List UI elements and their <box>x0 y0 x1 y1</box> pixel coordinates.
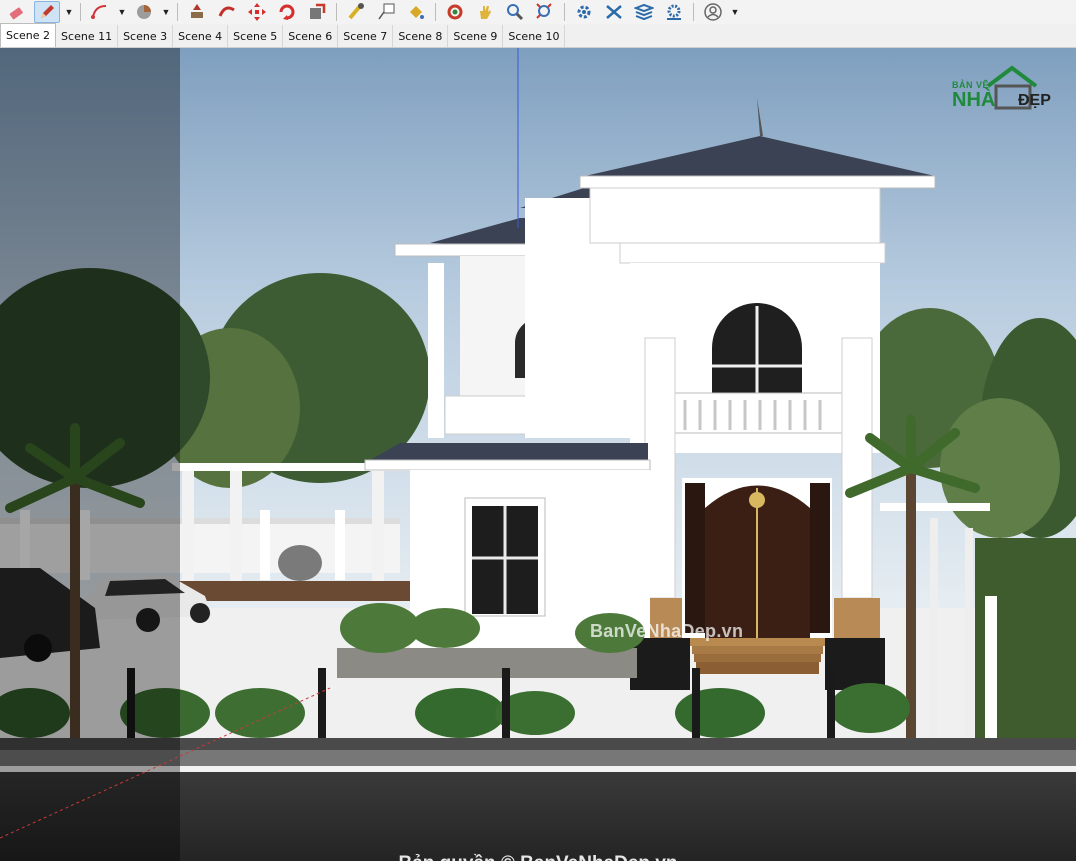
layers-icon[interactable] <box>631 1 657 23</box>
toolbar-divider <box>693 3 694 21</box>
user-account-icon[interactable] <box>700 1 726 23</box>
scene-tab[interactable]: Scene 6 <box>283 25 339 47</box>
toolbar-divider <box>564 3 565 21</box>
arc-dropdown-icon[interactable]: ▼ <box>115 1 129 23</box>
toolbar-divider <box>336 3 337 21</box>
toolbar-divider <box>177 3 178 21</box>
scene-tab[interactable]: Scene 3 <box>118 25 174 47</box>
pie-dropdown-icon[interactable]: ▼ <box>159 1 173 23</box>
scene-tab[interactable]: Scene 9 <box>448 25 504 47</box>
text-icon[interactable] <box>373 1 399 23</box>
logo-brand-right: ĐẸP <box>1018 92 1051 109</box>
scene-tab[interactable]: Scene 11 <box>56 25 119 47</box>
scene-tab[interactable]: Scene 10 <box>503 25 566 47</box>
orbit-icon[interactable] <box>442 1 468 23</box>
tape-measure-icon[interactable] <box>343 1 369 23</box>
shadow-overlay <box>0 48 180 861</box>
toolbar-divider <box>435 3 436 21</box>
scene-tab[interactable]: Scene 8 <box>393 25 449 47</box>
scale-icon[interactable] <box>304 1 330 23</box>
logo-brand-left: NHÀ <box>952 89 996 111</box>
arc-icon[interactable] <box>87 1 113 23</box>
scene-tab[interactable]: Scene 7 <box>338 25 394 47</box>
copyright-text: Bản quyền © BanVeNhaDep.vn <box>0 853 1076 861</box>
push-pull-icon[interactable] <box>184 1 210 23</box>
pan-icon[interactable] <box>472 1 498 23</box>
eraser-icon[interactable] <box>4 1 30 23</box>
rotate-icon[interactable] <box>274 1 300 23</box>
brand-logo: BẢN VẼ NHÀ ĐẸP <box>952 64 1064 114</box>
center-watermark: BanVeNhaDep.vn <box>590 621 744 641</box>
section-plane-icon[interactable] <box>571 1 597 23</box>
scene-tabs: Scene 2 Scene 11 Scene 3 Scene 4 Scene 5… <box>0 23 1076 48</box>
zoom-extents-icon[interactable] <box>532 1 558 23</box>
model-viewport[interactable]: BẢN VẼ NHÀ ĐẸP BanVeNhaDep.vn Bản quyền … <box>0 48 1076 861</box>
section-cut-icon[interactable] <box>601 1 627 23</box>
main-toolbar: ▼ ▼ ▼ ▼ <box>0 0 1076 24</box>
toolbar-divider <box>80 3 81 21</box>
scene-tab[interactable]: Scene 4 <box>173 25 229 47</box>
scene-tab[interactable]: Scene 2 <box>0 23 57 47</box>
paint-bucket-icon[interactable] <box>403 1 429 23</box>
move-icon[interactable] <box>244 1 270 23</box>
pencil-dropdown-icon[interactable]: ▼ <box>62 1 76 23</box>
account-dropdown-icon[interactable]: ▼ <box>728 1 742 23</box>
zoom-icon[interactable] <box>502 1 528 23</box>
scene-tab[interactable]: Scene 5 <box>228 25 284 47</box>
settings-gear-icon[interactable] <box>661 1 687 23</box>
follow-me-icon[interactable] <box>214 1 240 23</box>
pencil-icon[interactable] <box>34 1 60 23</box>
pie-icon[interactable] <box>131 1 157 23</box>
viewport-render <box>0 48 1076 861</box>
sketchup-window: ▼ ▼ ▼ ▼ Scene 2 Scene 11 Scene 3 Scene 4… <box>0 0 1076 861</box>
